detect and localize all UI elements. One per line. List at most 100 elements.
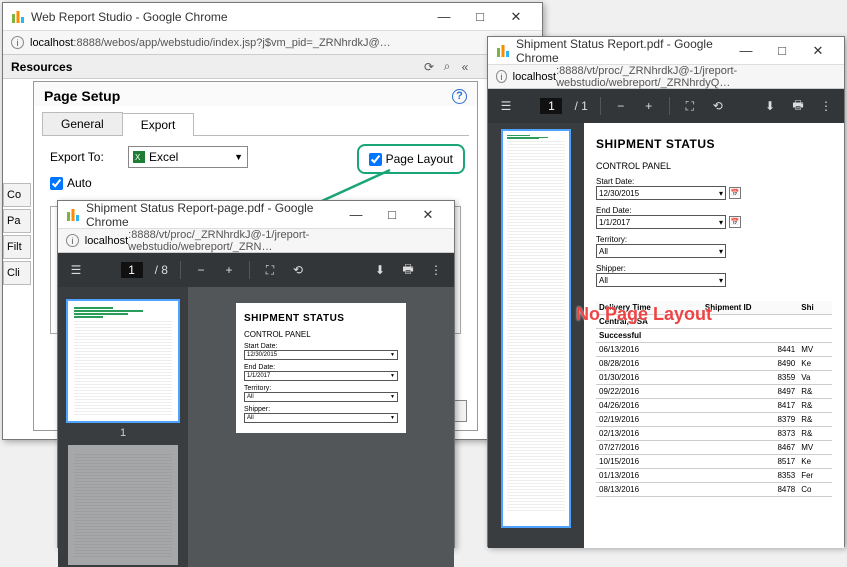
menu-icon[interactable]: ☰ — [68, 263, 84, 277]
right-title: Shipment Status Report.pdf - Google Chro… — [516, 37, 728, 65]
maximize-button[interactable]: □ — [764, 39, 800, 63]
table-row: 02/13/20168373R& — [596, 427, 832, 441]
menu-icon[interactable]: ☰ — [498, 99, 514, 113]
chevron-down-icon: ▼ — [390, 415, 395, 421]
minimize-button[interactable]: — — [338, 203, 374, 227]
thumbnail-column[interactable] — [488, 123, 584, 548]
info-icon[interactable]: i — [66, 234, 79, 247]
page-current[interactable]: 1 — [540, 98, 562, 114]
end-date-value: 1/1/2017 — [599, 218, 630, 227]
side-tabs: Co Pa Filt Cli — [3, 183, 31, 287]
side-tab[interactable]: Co — [3, 183, 31, 207]
table-row: 01/30/20168359Va — [596, 371, 832, 385]
tab-general[interactable]: General — [42, 112, 123, 135]
page-total-sep: / 8 — [155, 263, 168, 277]
zoom-in-icon[interactable]: + — [221, 263, 237, 277]
territory-value: All — [247, 394, 254, 400]
page-layout-checkbox[interactable] — [369, 153, 382, 166]
chevron-down-icon: ▾ — [719, 218, 723, 227]
search-icon[interactable]: ⌕ — [438, 59, 456, 74]
page-current[interactable]: 1 — [121, 262, 143, 278]
table-row: 08/13/20168478Co — [596, 483, 832, 497]
thumbnail[interactable] — [68, 445, 178, 565]
download-icon[interactable]: ⬇ — [372, 263, 388, 277]
main-urlbar: i localhost :8888/webos/app/webstudio/in… — [3, 31, 542, 55]
pdf-body: 1 2 SHIPMENT STATUS CONTROL PANEL Start … — [58, 287, 454, 567]
dialog-title-text: Page Setup — [44, 88, 120, 104]
rotate-icon[interactable]: ⟲ — [290, 263, 306, 277]
close-button[interactable]: ✕ — [410, 203, 446, 227]
close-button[interactable]: ✕ — [800, 39, 836, 63]
page-total: 8 — [161, 263, 168, 277]
app-icon — [11, 10, 25, 24]
auto-checkbox[interactable] — [50, 177, 63, 190]
chevron-down-icon: ▼ — [390, 373, 395, 379]
fit-page-icon[interactable]: ⛶ — [682, 99, 698, 114]
territory-label: Territory: — [596, 235, 832, 244]
auto-label: Auto — [67, 176, 92, 190]
table-row: 08/28/20168490Ke — [596, 357, 832, 371]
control-panel-label: CONTROL PANEL — [596, 161, 832, 171]
thumbnail[interactable] — [503, 131, 569, 526]
report-title: SHIPMENT STATUS — [244, 313, 398, 324]
start-date-value: 12/30/2015 — [599, 189, 639, 198]
page-layout-checkbox-highlight: Page Layout — [357, 144, 465, 174]
more-icon[interactable]: ⋮ — [818, 99, 834, 113]
minimize-button[interactable]: — — [728, 39, 764, 63]
url-path: :8888/webos/app/webstudio/index.jsp?j$vm… — [73, 37, 390, 49]
dialog-tabs: General Export — [42, 112, 469, 136]
help-icon[interactable]: ? — [452, 89, 467, 104]
end-date-label: End Date: — [244, 364, 398, 371]
page-total-sep: / 1 — [574, 99, 587, 113]
download-icon[interactable]: ⬇ — [762, 99, 778, 113]
zoom-out-icon[interactable]: − — [613, 99, 629, 113]
rotate-icon[interactable]: ⟲ — [710, 99, 726, 113]
app-icon — [496, 44, 510, 58]
fit-page-icon[interactable]: ⛶ — [262, 263, 278, 278]
right-titlebar: Shipment Status Report.pdf - Google Chro… — [488, 37, 844, 65]
close-button[interactable]: ✕ — [498, 5, 534, 29]
more-icon[interactable]: ⋮ — [428, 263, 444, 277]
info-icon[interactable]: i — [496, 70, 507, 83]
end-date-label: End Date: — [596, 206, 832, 215]
print-icon[interactable]: 🖶 — [790, 96, 806, 117]
url-path: :8888/vt/proc/_ZRNhrdkJ@-1/jreport-webst… — [128, 229, 446, 253]
shipper-value: All — [599, 276, 608, 285]
table-row: 09/22/20168497R& — [596, 385, 832, 399]
table-row: 02/19/20168379R& — [596, 413, 832, 427]
zoom-out-icon[interactable]: − — [193, 263, 209, 277]
maximize-button[interactable]: □ — [374, 203, 410, 227]
territory-label: Territory: — [244, 385, 398, 392]
minimize-button[interactable]: — — [426, 5, 462, 29]
info-icon[interactable]: i — [11, 36, 24, 49]
right-urlbar: i localhost :8888/vt/proc/_ZRNhrdkJ@-1/j… — [488, 65, 844, 89]
tab-export[interactable]: Export — [122, 113, 195, 136]
shipper-value: All — [247, 415, 254, 421]
pdf-nopage-window: Shipment Status Report.pdf - Google Chro… — [487, 36, 845, 547]
collapse-icon[interactable]: « — [456, 60, 474, 74]
territory-input: All▾ — [596, 244, 726, 258]
pdf-paged-window: Shipment Status Report-page.pdf - Google… — [57, 200, 455, 548]
maximize-button[interactable]: □ — [462, 5, 498, 29]
start-date-input: 12/30/2015▼ — [244, 350, 398, 360]
report-title: SHIPMENT STATUS — [596, 137, 832, 151]
thumbnail[interactable] — [68, 301, 178, 421]
page-view[interactable]: SHIPMENT STATUS CONTROL PANEL Start Date… — [188, 287, 454, 567]
side-tab[interactable]: Pa — [3, 209, 31, 233]
refresh-icon[interactable]: ⟳ — [420, 60, 438, 74]
export-to-select[interactable]: X Excel ▼ — [128, 146, 248, 168]
zoom-in-icon[interactable]: + — [641, 99, 657, 113]
auto-row: Auto — [50, 176, 461, 190]
thumbnail-column[interactable]: 1 2 — [58, 287, 188, 567]
main-titlebar: Web Report Studio - Google Chrome — □ ✕ — [3, 3, 542, 31]
url-host: localhost — [85, 235, 128, 247]
shipper-input: All▾ — [596, 273, 726, 287]
start-date-value: 12/30/2015 — [247, 352, 277, 358]
calendar-icon: 📅 — [729, 187, 741, 199]
calendar-icon: 📅 — [729, 216, 741, 228]
resources-label: Resources — [11, 60, 420, 74]
chevron-down-icon: ▼ — [234, 152, 243, 162]
side-tab[interactable]: Filt — [3, 235, 31, 259]
print-icon[interactable]: 🖶 — [400, 260, 416, 281]
side-tab[interactable]: Cli — [3, 261, 31, 285]
